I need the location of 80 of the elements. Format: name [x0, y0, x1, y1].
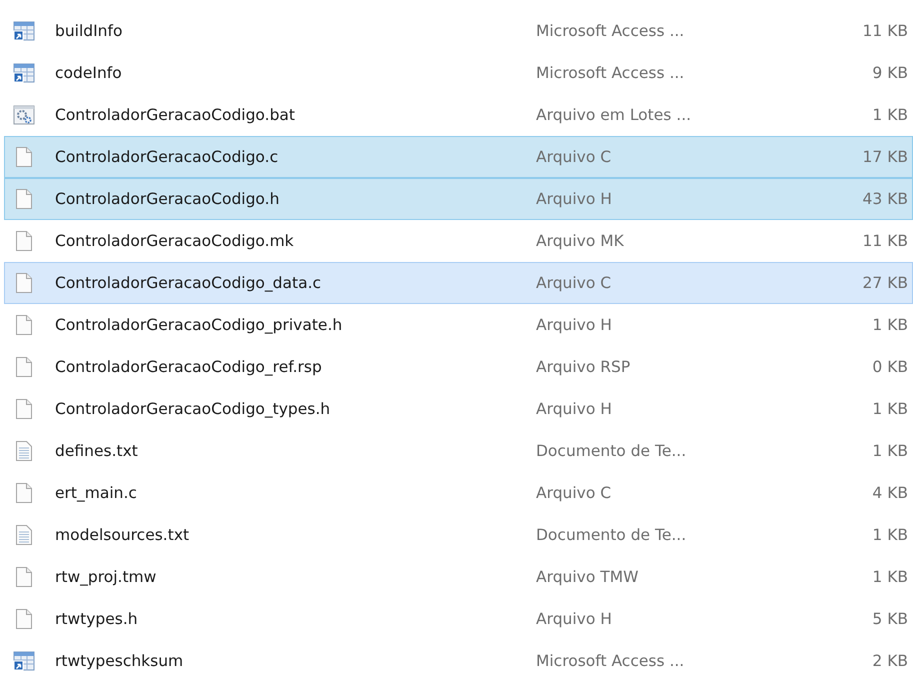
- file-icon: [13, 146, 35, 168]
- file-size: 1 KB: [871, 106, 909, 124]
- file-row[interactable]: modelsources.txt Documento de Te... 1 KB: [4, 514, 913, 556]
- file-type: Arquivo C: [535, 148, 612, 166]
- file-size: 9 KB: [871, 64, 909, 82]
- text-file-icon: [13, 524, 35, 546]
- file-name: buildInfo: [54, 22, 124, 40]
- file-icon: [13, 398, 35, 420]
- file-size: 27 KB: [862, 274, 909, 292]
- file-icon: [13, 230, 35, 252]
- file-name: rtwtypes.h: [54, 610, 139, 628]
- file-size: 0 KB: [871, 358, 909, 376]
- file-icon: [13, 314, 35, 336]
- file-name: ControladorGeracaoCodigo.mk: [54, 232, 295, 250]
- file-row[interactable]: ControladorGeracaoCodigo.c Arquivo C 17 KB: [4, 136, 913, 178]
- file-name: ControladorGeracaoCodigo_data.c: [54, 274, 322, 292]
- file-row[interactable]: codeInfo Microsoft Access ... 9 KB: [4, 52, 913, 94]
- file-row[interactable]: defines.txt Documento de Te... 1 KB: [4, 430, 913, 472]
- file-icon: [13, 608, 35, 630]
- text-file-icon: [13, 440, 35, 462]
- file-row[interactable]: ControladorGeracaoCodigo_data.c Arquivo C 27 KB: [4, 262, 913, 304]
- file-type: Arquivo H: [535, 610, 613, 628]
- file-row[interactable]: rtw_proj.tmw Arquivo TMW 1 KB: [4, 556, 913, 598]
- file-name: ControladorGeracaoCodigo_types.h: [54, 400, 332, 418]
- file-name: rtwtypeschksum: [54, 652, 184, 670]
- file-size: 1 KB: [871, 400, 909, 418]
- file-row[interactable]: rtwtypes.h Arquivo H 5 KB: [4, 598, 913, 640]
- file-type: Arquivo C: [535, 484, 612, 502]
- file-type: Arquivo TMW: [535, 568, 640, 586]
- file-type: Documento de Te...: [535, 442, 688, 460]
- file-size: 1 KB: [871, 442, 909, 460]
- file-type: Documento de Te...: [535, 526, 688, 544]
- file-row[interactable]: ControladorGeracaoCodigo.bat Arquivo em Lotes ... 1 KB: [4, 94, 913, 136]
- file-row[interactable]: ControladorGeracaoCodigo_private.h Arquivo H 1 KB: [4, 304, 913, 346]
- file-size: 2 KB: [871, 652, 909, 670]
- file-name: ControladorGeracaoCodigo.c: [54, 148, 280, 166]
- file-size: 1 KB: [871, 568, 909, 586]
- file-row[interactable]: ControladorGeracaoCodigo.h Arquivo H 43 KB: [4, 178, 913, 220]
- file-size: 5 KB: [871, 610, 909, 628]
- file-size: 11 KB: [862, 22, 909, 40]
- file-size: 1 KB: [871, 526, 909, 544]
- file-type: Arquivo em Lotes ...: [535, 106, 692, 124]
- gear-file-icon: [13, 104, 35, 126]
- file-icon: [13, 482, 35, 504]
- file-size: 4 KB: [871, 484, 909, 502]
- file-type: Arquivo H: [535, 400, 613, 418]
- file-name: codeInfo: [54, 64, 123, 82]
- file-type: Arquivo MK: [535, 232, 625, 250]
- table-shortcut-icon: [13, 62, 35, 84]
- file-size: 17 KB: [862, 148, 909, 166]
- file-row[interactable]: ert_main.c Arquivo C 4 KB: [4, 472, 913, 514]
- file-name: defines.txt: [54, 442, 139, 460]
- file-type: Microsoft Access ...: [535, 64, 686, 82]
- file-row[interactable]: ControladorGeracaoCodigo_ref.rsp Arquivo RSP 0 KB: [4, 346, 913, 388]
- file-type: Microsoft Access ...: [535, 22, 686, 40]
- file-name: modelsources.txt: [54, 526, 190, 544]
- file-row[interactable]: buildInfo Microsoft Access ... 11 KB: [4, 10, 913, 52]
- file-type: Arquivo C: [535, 274, 612, 292]
- file-row[interactable]: ControladorGeracaoCodigo.mk Arquivo MK 11 KB: [4, 220, 913, 262]
- file-name: ert_main.c: [54, 484, 138, 502]
- file-icon: [13, 272, 35, 294]
- file-type: Arquivo RSP: [535, 358, 632, 376]
- file-icon: [13, 566, 35, 588]
- file-name: ControladorGeracaoCodigo.h: [54, 190, 280, 208]
- file-type: Arquivo H: [535, 316, 613, 334]
- file-size: 11 KB: [862, 232, 909, 250]
- file-row[interactable]: ControladorGeracaoCodigo_types.h Arquivo H 1 KB: [4, 388, 913, 430]
- table-shortcut-icon: [13, 650, 35, 672]
- file-name: rtw_proj.tmw: [54, 568, 158, 586]
- file-size: 43 KB: [862, 190, 909, 208]
- file-icon: [13, 356, 35, 378]
- file-type: Microsoft Access ...: [535, 652, 686, 670]
- file-name: ControladorGeracaoCodigo_ref.rsp: [54, 358, 323, 376]
- file-type: Arquivo H: [535, 190, 613, 208]
- file-name: ControladorGeracaoCodigo_private.h: [54, 316, 344, 334]
- table-shortcut-icon: [13, 20, 35, 42]
- file-icon: [13, 188, 35, 210]
- file-size: 1 KB: [871, 316, 909, 334]
- file-row[interactable]: rtwtypeschksum Microsoft Access ... 2 KB: [4, 640, 913, 675]
- file-name: ControladorGeracaoCodigo.bat: [54, 106, 296, 124]
